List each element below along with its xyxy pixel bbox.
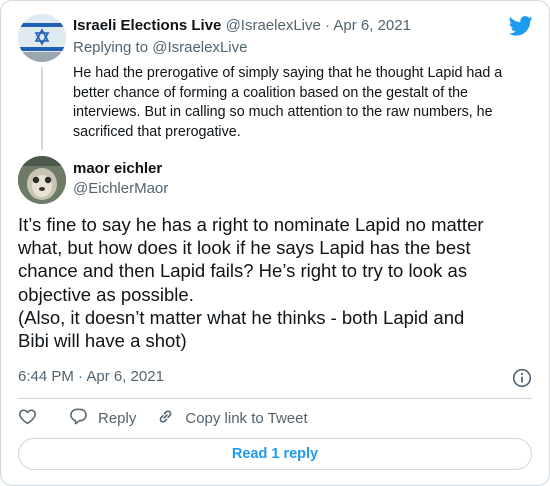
replying-to-handle[interactable]: @IsraelexLive (152, 39, 247, 56)
read-replies-label: Read 1 reply (231, 446, 319, 462)
replying-to: Replying to @IsraelexLive (73, 38, 248, 58)
parent-author-handle[interactable]: @IsraelexLive (226, 17, 321, 34)
main-author-avatar[interactable] (18, 156, 66, 204)
reply-label: Reply (98, 409, 137, 427)
copy-link-button[interactable]: Copy link to Tweet (156, 407, 308, 430)
main-author-name[interactable]: maor eichler (73, 159, 162, 179)
tweet-text-line: what, but how does it look if he says La… (18, 237, 471, 259)
replying-to-prefix: Replying to (73, 39, 149, 56)
main-author-handle[interactable]: @EichlerMaor (73, 179, 168, 199)
heart-icon (18, 407, 37, 430)
tweet-text-line: Bibi will have a shot) (18, 330, 187, 352)
parent-tweet-text: He had the prerogative of simply saying … (73, 65, 503, 140)
info-icon[interactable] (512, 368, 532, 388)
tweet-text-line: objective as possible. (18, 283, 194, 305)
tweet-actions: Reply Copy link to Tweet (18, 407, 328, 429)
tweet-text-line: chance and then Lapid fails? He’s right … (18, 260, 468, 282)
divider (18, 398, 532, 399)
parent-tweet-header: Israeli Elections Live @IsraelexLive · A… (73, 16, 411, 36)
copy-link-label: Copy link to Tweet (185, 409, 308, 427)
embedded-tweet-card: Israeli Elections Live @IsraelexLive · A… (0, 0, 550, 486)
link-icon (156, 407, 185, 430)
reply-button[interactable]: Reply (69, 407, 136, 430)
tweet-text-line: (Also, it doesn’t matter what he thinks … (18, 306, 465, 328)
twitter-bird-icon[interactable] (508, 16, 533, 36)
parent-avatar[interactable] (18, 14, 66, 62)
header-separator: · (325, 17, 331, 34)
thread-connector-line (41, 67, 43, 150)
parent-author-name[interactable]: Israeli Elections Live (73, 17, 221, 34)
parent-tweet-date[interactable]: Apr 6, 2021 (333, 17, 411, 34)
read-replies-button[interactable]: Read 1 reply (18, 438, 532, 470)
main-tweet-text: It’s fine to say he has a right to nomin… (18, 213, 534, 352)
speech-bubble-icon (69, 407, 98, 430)
tweet-text-line: It’s fine to say he has a right to nomin… (18, 214, 484, 235)
like-button[interactable] (18, 407, 37, 430)
tweet-timestamp[interactable]: 6:44 PM · Apr 6, 2021 (18, 367, 164, 387)
